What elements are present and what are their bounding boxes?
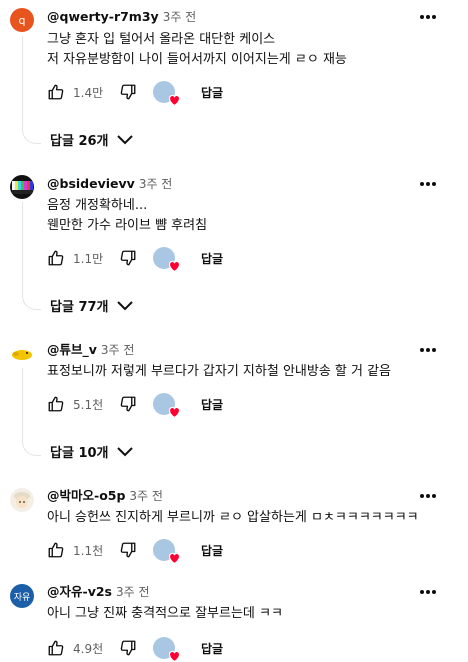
comment-time[interactable]: 3주 전: [101, 343, 135, 357]
heart-icon: [169, 651, 180, 662]
thumbs-up-icon: [48, 640, 64, 656]
thumbs-down-icon: [120, 84, 136, 100]
dislike-button[interactable]: [117, 539, 139, 561]
comment-author[interactable]: @bsidevievv: [47, 176, 135, 191]
chevron-down-icon: [116, 446, 133, 456]
creator-heart[interactable]: [153, 80, 180, 106]
comment-time[interactable]: 3주 전: [163, 10, 197, 24]
more-options-icon[interactable]: [419, 583, 437, 601]
replies-label: 답글 10개: [50, 446, 109, 461]
avatar[interactable]: [10, 488, 34, 512]
character-avatar-icon: [14, 492, 30, 508]
comment-text-line: 아니 그냥 진짜 충격적으로 잘부르는데 ㅋㅋ: [47, 606, 283, 621]
dislike-button[interactable]: [117, 393, 139, 415]
view-replies-button[interactable]: 답글 26개: [50, 130, 133, 149]
comment-header: @bsidevievv 3주 전: [47, 175, 172, 193]
more-options-icon[interactable]: [419, 341, 437, 359]
reply-button[interactable]: 답글: [201, 542, 223, 559]
more-options-icon[interactable]: [419, 8, 437, 26]
heart-icon: [169, 95, 180, 106]
more-options-icon[interactable]: [419, 487, 437, 505]
comment-header: @박마오-o5p 3주 전: [47, 487, 163, 505]
like-count: 1.4만: [73, 85, 104, 100]
comment-author[interactable]: @박마오-o5p: [47, 488, 125, 503]
like-count: 4.9천: [73, 641, 104, 656]
comment-actions: 1.1천 답글: [45, 536, 223, 564]
thumbs-up-icon: [48, 250, 64, 266]
comment-actions: 1.4만 답글: [45, 78, 223, 106]
tv-pattern-avatar-icon: [12, 181, 33, 194]
comment-text-line: 표정보니까 저렇게 부르다가 갑자기 지하철 안내방송 할 거 같음: [47, 364, 392, 379]
thumbs-up-icon: [48, 542, 64, 558]
like-button[interactable]: [45, 393, 67, 415]
comment-actions: 1.1만 답글: [45, 244, 223, 272]
reply-button[interactable]: 답글: [201, 250, 223, 267]
heart-icon: [169, 407, 180, 418]
thumbs-up-icon: [48, 84, 64, 100]
avatar[interactable]: 자유: [10, 584, 34, 608]
comment-author[interactable]: @튜브_v: [47, 342, 97, 357]
view-replies-button[interactable]: 답글 77개: [50, 296, 133, 315]
avatar-letter: 자유: [13, 592, 31, 603]
comment-text-line: 웬만한 가수 라이브 뺨 후려침: [47, 218, 208, 233]
thumbs-down-icon: [120, 250, 136, 266]
thread-line: [22, 368, 23, 438]
comment-actions: 5.1천 답글: [45, 390, 223, 418]
like-button[interactable]: [45, 81, 67, 103]
comment-author[interactable]: @자유-v2s: [47, 584, 112, 599]
comment-author[interactable]: @qwerty-r7m3y: [47, 9, 159, 24]
chevron-down-icon: [116, 134, 133, 144]
comment-text-line: 저 자유분방함이 나이 들어서까지 이어지는게 ㄹㅇ 재능: [47, 52, 347, 67]
avatar-letter: q: [18, 13, 26, 27]
like-button[interactable]: [45, 637, 67, 659]
comment-text-line: 음정 개정확하네...: [47, 198, 148, 213]
creator-heart[interactable]: [153, 392, 180, 418]
replies-label: 답글 77개: [50, 300, 109, 315]
like-button[interactable]: [45, 247, 67, 269]
view-replies-button[interactable]: 답글 10개: [50, 442, 133, 461]
comment-time[interactable]: 3주 전: [116, 585, 150, 599]
like-count: 1.1만: [73, 251, 104, 266]
comment-header: @qwerty-r7m3y 3주 전: [47, 8, 196, 26]
comment-time[interactable]: 3주 전: [129, 489, 163, 503]
comment-header: @자유-v2s 3주 전: [47, 583, 150, 601]
thread-curve: [22, 437, 41, 456]
like-button[interactable]: [45, 539, 67, 561]
comment-actions: 4.9천 답글: [45, 634, 223, 662]
like-count: 5.1천: [73, 397, 104, 412]
reply-button[interactable]: 답글: [201, 84, 223, 101]
thumbs-down-icon: [120, 396, 136, 412]
heart-icon: [169, 261, 180, 272]
creator-heart[interactable]: [153, 246, 180, 272]
replies-label: 답글 26개: [50, 134, 109, 149]
thread-curve: [22, 125, 41, 144]
dislike-button[interactable]: [117, 637, 139, 659]
comment-time[interactable]: 3주 전: [139, 177, 173, 191]
avatar[interactable]: q: [10, 8, 34, 32]
thread-curve: [22, 291, 41, 310]
reply-button[interactable]: 답글: [201, 396, 223, 413]
duck-avatar-icon: [12, 350, 32, 360]
dislike-button[interactable]: [117, 81, 139, 103]
thumbs-down-icon: [120, 542, 136, 558]
like-count: 1.1천: [73, 543, 104, 558]
heart-icon: [169, 553, 180, 564]
chevron-down-icon: [116, 300, 133, 310]
creator-heart[interactable]: [153, 636, 180, 662]
dislike-button[interactable]: [117, 247, 139, 269]
comment-text-line: 그냥 혼자 입 털어서 올라온 대단한 케이스: [47, 32, 276, 47]
reply-button[interactable]: 답글: [201, 640, 223, 657]
thread-line: [22, 36, 23, 126]
thumbs-up-icon: [48, 396, 64, 412]
avatar[interactable]: [10, 175, 34, 199]
creator-heart[interactable]: [153, 538, 180, 564]
comment-text-line: 아니 승헌쓰 진지하게 부르니까 ㄹㅇ 압살하는게 ㅁㅊㅋㅋㅋㅋㅋㅋㅋ: [47, 510, 419, 525]
comment-header: @튜브_v 3주 전: [47, 341, 134, 359]
thread-line: [22, 202, 23, 292]
more-options-icon[interactable]: [419, 175, 437, 193]
avatar[interactable]: [10, 342, 34, 366]
thumbs-down-icon: [120, 640, 136, 656]
